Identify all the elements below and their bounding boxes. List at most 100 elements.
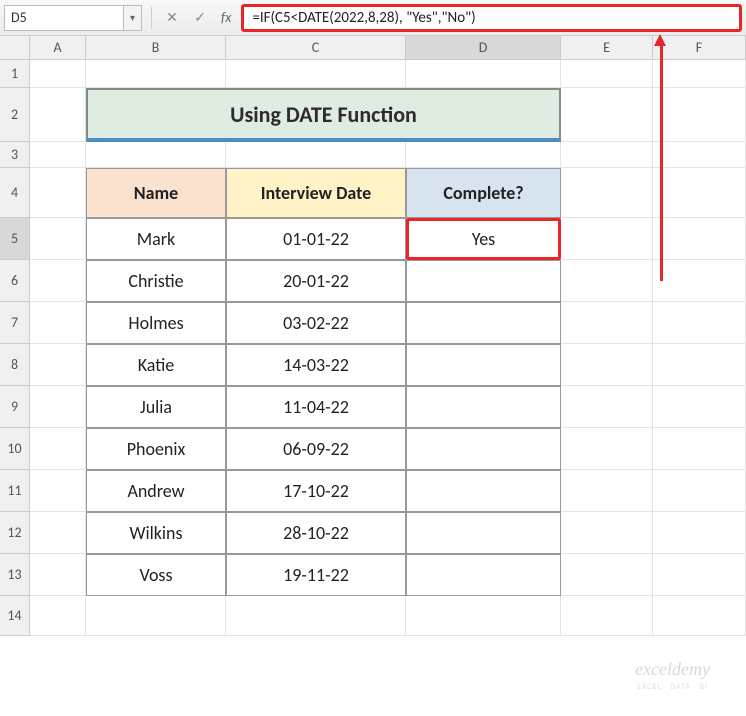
col-header-A[interactable]: A — [30, 36, 86, 60]
header-name[interactable]: Name — [86, 168, 226, 218]
cell-F7[interactable] — [653, 302, 746, 344]
cell-complete-5[interactable]: Yes — [406, 218, 561, 260]
cell-A13[interactable] — [30, 554, 86, 596]
cell-E6[interactable] — [561, 260, 653, 302]
cell-F14[interactable] — [653, 596, 746, 636]
row-header-13[interactable]: 13 — [0, 554, 30, 596]
cell-name-5[interactable]: Mark — [86, 218, 226, 260]
col-header-C[interactable]: C — [226, 36, 406, 60]
col-header-E[interactable]: E — [561, 36, 653, 60]
fx-icon[interactable]: fx — [221, 9, 231, 26]
cell-C3[interactable] — [226, 142, 406, 168]
col-header-B[interactable]: B — [86, 36, 226, 60]
cell-name-9[interactable]: Julia — [86, 386, 226, 428]
cell-name-7[interactable]: Holmes — [86, 302, 226, 344]
cell-E3[interactable] — [561, 142, 653, 168]
enter-icon[interactable]: ✓ — [189, 7, 211, 29]
header-complete[interactable]: Complete? — [406, 168, 561, 218]
cell-date-5[interactable]: 01-01-22 — [226, 218, 406, 260]
cell-F4[interactable] — [653, 168, 746, 218]
cell-A2[interactable] — [30, 88, 86, 142]
cell-C1[interactable] — [226, 60, 406, 88]
cell-A1[interactable] — [30, 60, 86, 88]
header-interview-date[interactable]: Interview Date — [226, 168, 406, 218]
cell-F2[interactable] — [653, 88, 746, 142]
cell-A14[interactable] — [30, 596, 86, 636]
cell-name-11[interactable]: Andrew — [86, 470, 226, 512]
cell-complete-9[interactable] — [406, 386, 561, 428]
cell-A5[interactable] — [30, 218, 86, 260]
cell-complete-13[interactable] — [406, 554, 561, 596]
cell-D3[interactable] — [406, 142, 561, 168]
cell-E5[interactable] — [561, 218, 653, 260]
row-header-8[interactable]: 8 — [0, 344, 30, 386]
cell-F10[interactable] — [653, 428, 746, 470]
cell-D14[interactable] — [406, 596, 561, 636]
cell-E9[interactable] — [561, 386, 653, 428]
row-header-6[interactable]: 6 — [0, 260, 30, 302]
cell-complete-10[interactable] — [406, 428, 561, 470]
col-header-F[interactable]: F — [653, 36, 746, 60]
row-header-2[interactable]: 2 — [0, 88, 30, 142]
cell-date-8[interactable]: 14-03-22 — [226, 344, 406, 386]
formula-bar[interactable]: =IF(C5<DATE(2022,8,28), "Yes","No") — [241, 4, 742, 32]
cell-name-6[interactable]: Christie — [86, 260, 226, 302]
row-header-12[interactable]: 12 — [0, 512, 30, 554]
row-header-10[interactable]: 10 — [0, 428, 30, 470]
row-header-14[interactable]: 14 — [0, 596, 30, 636]
cell-F6[interactable] — [653, 260, 746, 302]
row-header-11[interactable]: 11 — [0, 470, 30, 512]
cell-date-10[interactable]: 06-09-22 — [226, 428, 406, 470]
cell-complete-7[interactable] — [406, 302, 561, 344]
cell-date-6[interactable]: 20-01-22 — [226, 260, 406, 302]
cell-A6[interactable] — [30, 260, 86, 302]
cell-F11[interactable] — [653, 470, 746, 512]
cell-A8[interactable] — [30, 344, 86, 386]
row-header-3[interactable]: 3 — [0, 142, 30, 168]
cell-B14[interactable] — [86, 596, 226, 636]
cell-complete-8[interactable] — [406, 344, 561, 386]
select-all-corner[interactable] — [0, 36, 30, 60]
cell-A7[interactable] — [30, 302, 86, 344]
cell-E4[interactable] — [561, 168, 653, 218]
cell-date-13[interactable]: 19-11-22 — [226, 554, 406, 596]
cell-complete-6[interactable] — [406, 260, 561, 302]
row-header-5[interactable]: 5 — [0, 218, 30, 260]
cell-E2[interactable] — [561, 88, 653, 142]
cell-complete-12[interactable] — [406, 512, 561, 554]
col-header-D[interactable]: D — [406, 36, 561, 60]
cell-F1[interactable] — [653, 60, 746, 88]
cancel-icon[interactable]: ✕ — [161, 7, 183, 29]
cell-E7[interactable] — [561, 302, 653, 344]
title-cell[interactable]: Using DATE Function — [86, 88, 561, 142]
name-box[interactable]: D5 — [4, 5, 124, 31]
cell-E10[interactable] — [561, 428, 653, 470]
cell-E12[interactable] — [561, 512, 653, 554]
cell-E13[interactable] — [561, 554, 653, 596]
cell-F3[interactable] — [653, 142, 746, 168]
cell-C14[interactable] — [226, 596, 406, 636]
cell-date-9[interactable]: 11-04-22 — [226, 386, 406, 428]
cell-A3[interactable] — [30, 142, 86, 168]
cell-B1[interactable] — [86, 60, 226, 88]
cell-E14[interactable] — [561, 596, 653, 636]
cell-A9[interactable] — [30, 386, 86, 428]
cell-E11[interactable] — [561, 470, 653, 512]
row-header-1[interactable]: 1 — [0, 60, 30, 88]
cell-date-12[interactable]: 28-10-22 — [226, 512, 406, 554]
cell-name-10[interactable]: Phoenix — [86, 428, 226, 470]
cell-date-11[interactable]: 17-10-22 — [226, 470, 406, 512]
cell-B3[interactable] — [86, 142, 226, 168]
cell-F12[interactable] — [653, 512, 746, 554]
row-header-7[interactable]: 7 — [0, 302, 30, 344]
cell-A12[interactable] — [30, 512, 86, 554]
cell-D1[interactable] — [406, 60, 561, 88]
cell-E1[interactable] — [561, 60, 653, 88]
cell-name-13[interactable]: Voss — [86, 554, 226, 596]
cell-F5[interactable] — [653, 218, 746, 260]
cell-F13[interactable] — [653, 554, 746, 596]
row-header-4[interactable]: 4 — [0, 168, 30, 218]
cell-A4[interactable] — [30, 168, 86, 218]
cell-name-8[interactable]: Katie — [86, 344, 226, 386]
cell-name-12[interactable]: Wilkins — [86, 512, 226, 554]
